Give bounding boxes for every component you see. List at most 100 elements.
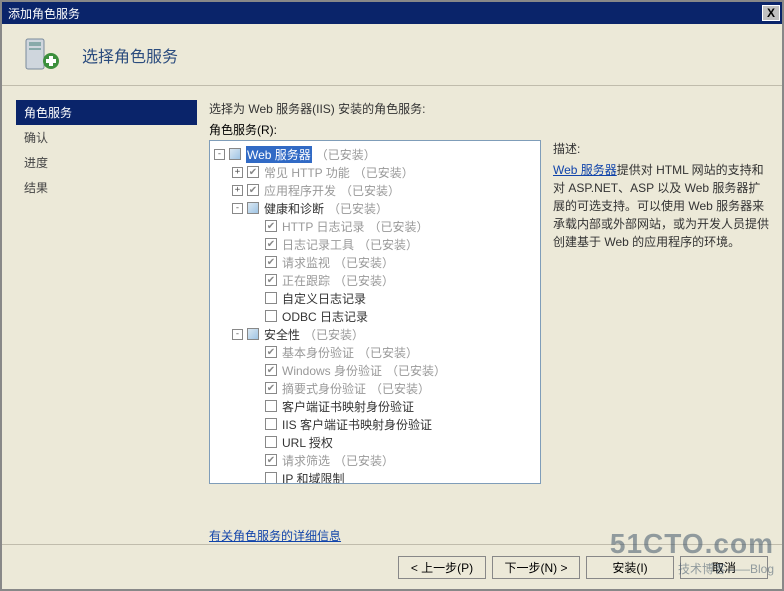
tree-node-label: 请求监视 (282, 254, 330, 271)
toggle-spacer (250, 419, 261, 430)
toggle-spacer (250, 401, 261, 412)
tree-node-label: IP 和域限制 (282, 470, 344, 485)
toggle-spacer (250, 239, 261, 250)
installed-badge: （已安装） (386, 362, 446, 379)
checkbox-installed-icon (265, 364, 277, 376)
main-panel: 选择为 Web 服务器(IIS) 安装的角色服务: 角色服务(R): - Web … (197, 86, 782, 544)
next-button[interactable]: 下一步(N) > (492, 556, 580, 579)
expand-icon[interactable]: + (232, 167, 243, 178)
tree-node[interactable]: Windows 身份验证（已安装） (212, 361, 538, 379)
tree-node[interactable]: +应用程序开发（已安装） (212, 181, 538, 199)
tree-node-label: Windows 身份验证 (282, 362, 382, 379)
checkbox[interactable] (265, 436, 277, 448)
checkbox-installed-icon (265, 274, 277, 286)
toggle-spacer (250, 311, 261, 322)
checkbox-installed-icon (265, 238, 277, 250)
tree-node-label: 常见 HTTP 功能 (264, 164, 350, 181)
collapse-icon[interactable]: - (232, 329, 243, 340)
checkbox-installed-icon (265, 382, 277, 394)
toggle-spacer (250, 437, 261, 448)
toggle-spacer (250, 275, 261, 286)
tree-node-label: 自定义日志记录 (282, 290, 366, 307)
tree-node[interactable]: HTTP 日志记录（已安装） (212, 217, 538, 235)
tree-node[interactable]: 自定义日志记录 (212, 289, 538, 307)
checkbox-installed-icon (265, 346, 277, 358)
installed-badge: （已安装） (358, 236, 418, 253)
installed-badge: （已安装） (316, 146, 376, 163)
header: 选择角色服务 (2, 24, 782, 86)
tree-node-label: 安全性 (264, 326, 300, 343)
tree-node[interactable]: 摘要式身份验证（已安装） (212, 379, 538, 397)
tree-node[interactable]: -健康和诊断（已安装） (212, 199, 538, 217)
checkbox-installed-icon (265, 454, 277, 466)
tree-node-label: Web 服务器 (246, 146, 312, 163)
details-link[interactable]: 有关角色服务的详细信息 (209, 527, 770, 544)
checkbox-mixed-icon (247, 202, 259, 214)
checkbox[interactable] (265, 418, 277, 430)
tree-node[interactable]: ODBC 日志记录 (212, 307, 538, 325)
installed-badge: （已安装） (304, 326, 364, 343)
checkbox-mixed-icon (229, 148, 241, 160)
install-button[interactable]: 安装(I) (586, 556, 674, 579)
tree-node-label: 摘要式身份验证 (282, 380, 366, 397)
page-title: 选择角色服务 (82, 43, 178, 67)
tree-node-label: 应用程序开发 (264, 182, 336, 199)
description-panel: 描述: Web 服务器提供对 HTML 网站的支持和对 ASP.NET、ASP … (553, 140, 770, 521)
tree-node[interactable]: - 安全性（已安装） (212, 325, 538, 343)
sidebar-step-3[interactable]: 结果 (16, 175, 197, 200)
window-title: 添加角色服务 (8, 5, 762, 22)
tree-node-label: HTTP 日志记录 (282, 218, 364, 235)
tree-node[interactable]: +常见 HTTP 功能（已安装） (212, 163, 538, 181)
sidebar-step-1[interactable]: 确认 (16, 125, 197, 150)
role-services-label: 角色服务(R): (209, 121, 770, 138)
prompt-text: 选择为 Web 服务器(IIS) 安装的角色服务: (209, 100, 770, 117)
tree-node[interactable]: - Web 服务器（已安装） (212, 145, 538, 163)
server-icon (20, 35, 60, 75)
toggle-spacer (250, 347, 261, 358)
tree-node[interactable]: 客户端证书映射身份验证 (212, 397, 538, 415)
close-icon[interactable]: X (762, 5, 780, 21)
tree-node-label: 客户端证书映射身份验证 (282, 398, 414, 415)
titlebar: 添加角色服务 X (2, 2, 782, 24)
toggle-spacer (250, 221, 261, 232)
checkbox[interactable] (265, 400, 277, 412)
sidebar-step-2[interactable]: 进度 (16, 150, 197, 175)
tree-node-label: 正在跟踪 (282, 272, 330, 289)
checkbox[interactable] (265, 310, 277, 322)
toggle-spacer (250, 257, 261, 268)
footer: < 上一步(P) 下一步(N) > 安装(I) 取消 (2, 544, 782, 590)
installed-badge: （已安装） (334, 452, 394, 469)
toggle-spacer (250, 473, 261, 484)
toggle-spacer (250, 365, 261, 376)
tree-node[interactable]: 请求监视（已安装） (212, 253, 538, 271)
checkbox-installed-icon (247, 184, 259, 196)
checkbox[interactable] (265, 292, 277, 304)
tree-node[interactable]: IP 和域限制 (212, 469, 538, 484)
sidebar-step-0[interactable]: 角色服务 (16, 100, 197, 125)
tree-node-label: URL 授权 (282, 434, 333, 451)
collapse-icon[interactable]: - (232, 203, 243, 214)
tree-node[interactable]: IIS 客户端证书映射身份验证 (212, 415, 538, 433)
checkbox-installed-icon (265, 256, 277, 268)
installed-badge: （已安装） (358, 344, 418, 361)
sidebar: 角色服务确认进度结果 (2, 86, 197, 544)
tree-node[interactable]: 基本身份验证（已安装） (212, 343, 538, 361)
checkbox-installed-icon (265, 220, 277, 232)
tree-node[interactable]: 日志记录工具（已安装） (212, 235, 538, 253)
checkbox-installed-icon (247, 166, 259, 178)
body: 角色服务确认进度结果 选择为 Web 服务器(IIS) 安装的角色服务: 角色服… (2, 86, 782, 544)
cancel-button[interactable]: 取消 (680, 556, 768, 579)
expand-icon[interactable]: + (232, 185, 243, 196)
tree-node[interactable]: 正在跟踪（已安装） (212, 271, 538, 289)
role-services-tree[interactable]: -Web 服务器（已安装）+常见 HTTP 功能（已安装）+应用程序开发（已安装… (209, 140, 541, 484)
description-heading: 描述: (553, 140, 770, 157)
installed-badge: （已安装） (368, 218, 428, 235)
tree-node[interactable]: URL 授权 (212, 433, 538, 451)
tree-node-label: 日志记录工具 (282, 236, 354, 253)
checkbox[interactable] (265, 472, 277, 484)
previous-button[interactable]: < 上一步(P) (398, 556, 486, 579)
checkbox-mixed-icon (247, 328, 259, 340)
collapse-icon[interactable]: - (214, 149, 225, 160)
tree-node[interactable]: 请求筛选（已安装） (212, 451, 538, 469)
description-link[interactable]: Web 服务器 (553, 163, 617, 177)
